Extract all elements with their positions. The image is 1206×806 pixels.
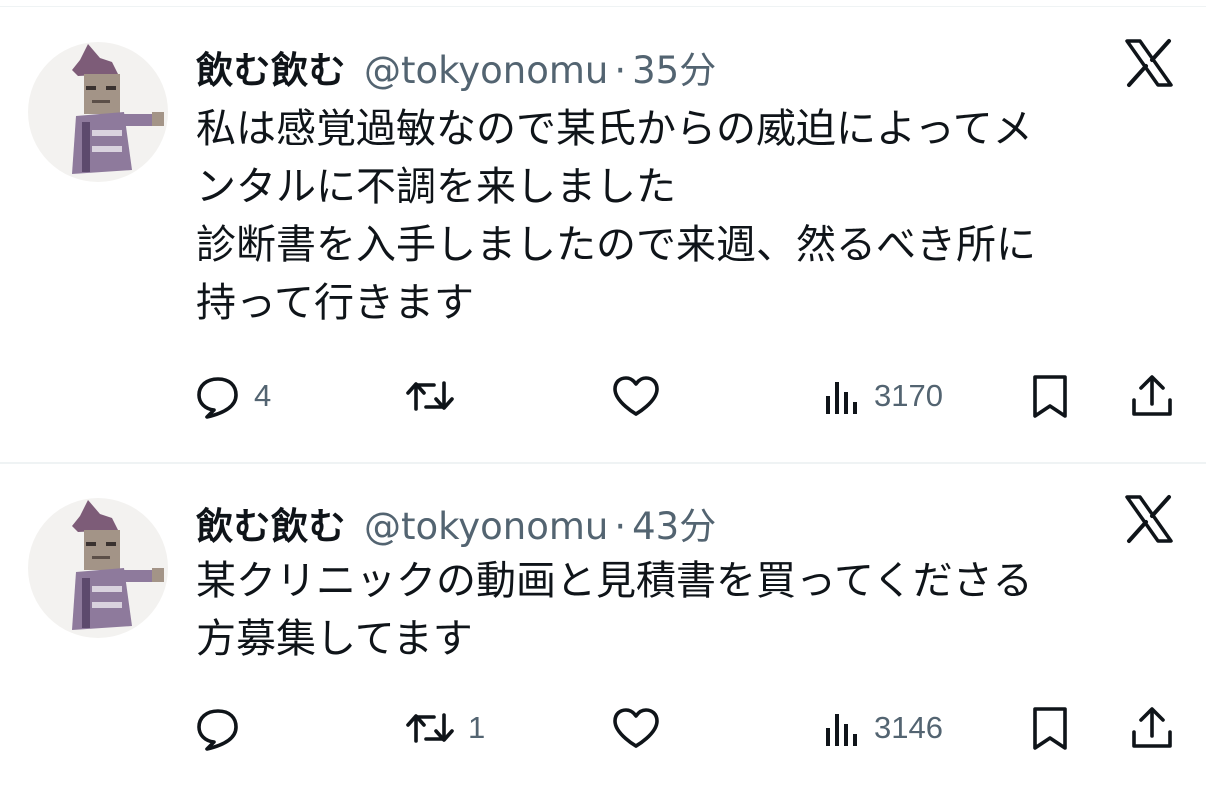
reply-count: 4 [254,378,272,413]
separator-dot: · [614,505,627,548]
view-count: 3170 [874,378,943,413]
tweet-text: 私は感覚過敏なので某氏からの威迫によってメ ンタルに不調を来しました 診断書を入… [196,106,1036,326]
like-button[interactable] [610,366,674,426]
like-icon [610,372,662,420]
retweet-icon [404,372,456,420]
reply-button[interactable]: 4 [194,366,271,426]
share-button[interactable] [1128,698,1176,758]
views-button[interactable]: 3170 [822,366,943,426]
share-icon [1128,372,1176,420]
timeline: 飲む飲む @tokyonomu · 35分 私は感覚過敏なので某氏からの威迫によ… [0,0,1206,806]
reply-button[interactable] [194,698,254,758]
tweet[interactable]: 飲む飲む @tokyonomu · 35分 私は感覚過敏なので某氏からの威迫によ… [0,0,1206,460]
share-icon [1128,704,1176,752]
retweet-icon [404,704,456,752]
tweet-text: 某クリニックの動画と見積書を買ってくださる 方募集してます [196,558,1033,662]
handle[interactable]: @tokyonomu [364,505,608,548]
bookmark-icon [1028,372,1072,420]
separator-dot: · [614,49,627,92]
views-button[interactable]: 3146 [822,698,943,758]
avatar[interactable] [28,498,168,638]
action-bar: 4 3170 [0,366,1206,426]
bookmark-button[interactable] [1028,698,1072,758]
retweet-count: 1 [468,710,486,745]
retweet-button[interactable] [404,366,468,426]
action-bar: 1 3146 [0,698,1206,758]
view-count: 3146 [874,710,943,745]
views-icon [822,372,862,420]
display-name[interactable]: 飲む飲む [196,40,346,94]
like-button[interactable] [610,698,674,758]
avatar[interactable] [28,42,168,182]
timestamp[interactable]: 35分 [632,40,716,94]
x-logo [1124,38,1174,88]
bookmark-icon [1028,704,1072,752]
timestamp[interactable]: 43分 [632,496,716,550]
handle[interactable]: @tokyonomu [364,49,608,92]
retweet-button[interactable]: 1 [404,698,485,758]
tweet[interactable]: 飲む飲む @tokyonomu · 43分 某クリニックの動画と見積書を買ってく… [0,464,1206,806]
reply-icon [194,704,242,752]
reply-icon [194,372,242,420]
bookmark-button[interactable] [1028,366,1072,426]
share-button[interactable] [1128,366,1176,426]
tweet-header: 飲む飲む @tokyonomu · 43分 [196,496,716,548]
like-icon [610,704,662,752]
tweet-header: 飲む飲む @tokyonomu · 35分 [196,40,716,92]
display-name[interactable]: 飲む飲む [196,496,346,550]
views-icon [822,704,862,752]
x-logo [1124,494,1174,544]
